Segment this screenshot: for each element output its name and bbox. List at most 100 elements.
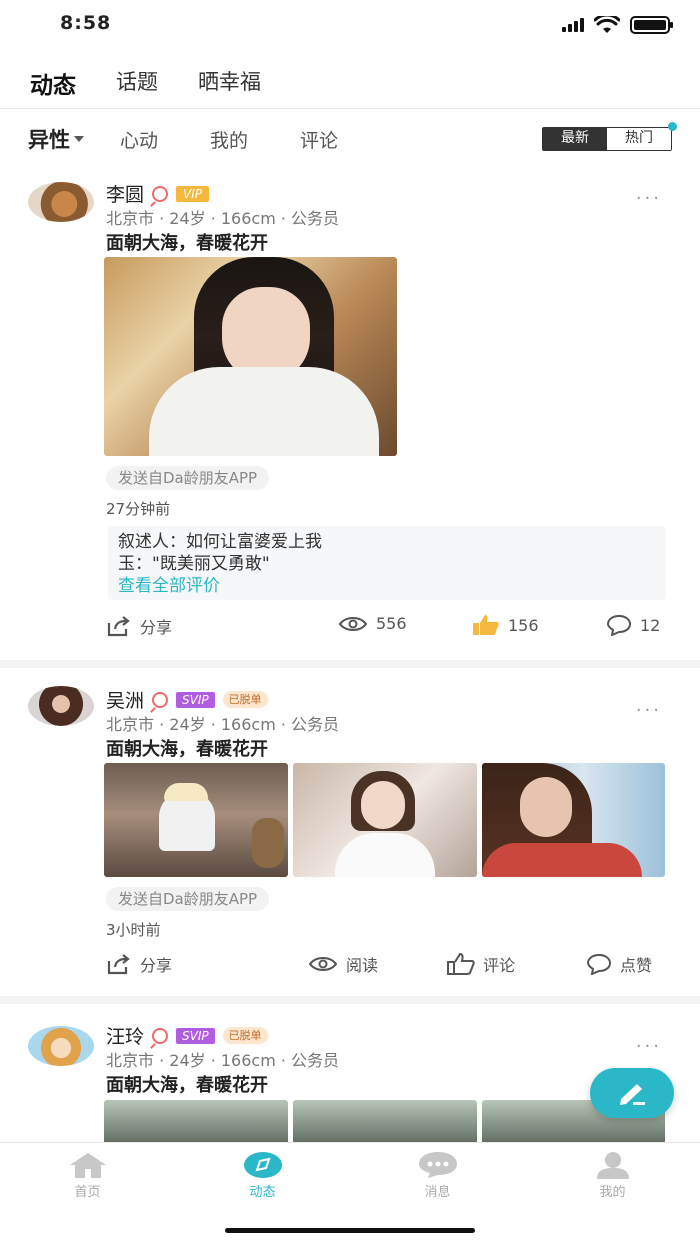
like-button[interactable]: 点赞 [586,952,652,976]
action-bar: 分享 阅读 评论 点赞 [0,952,700,982]
more-icon[interactable]: ··· [636,1036,662,1057]
bottom-nav: 首页 动态 消息 我的 [0,1142,700,1202]
sub-tabs: 异性 心动 我的 评论 最新 热门 [0,110,700,168]
comment-button[interactable]: 12 [606,614,660,636]
post-photo[interactable] [482,763,665,877]
post-photo[interactable] [293,763,477,877]
eye-icon [308,957,338,971]
comments-preview: 叙述人：如何让富婆爱上我 玉："既美丽又勇敢" 查看全部评价 [108,526,666,600]
source-chip: 发送自Da龄朋友APP [106,887,270,911]
signal-icon [562,18,584,32]
nav-label: 首页 [74,1185,101,1200]
relationship-tag: 已脱单 [222,691,268,708]
filter-dropdown[interactable]: 异性 [28,124,84,154]
thumbs-up-icon [447,953,475,975]
likes-value: 156 [508,615,539,635]
svip-badge: SVIP [176,691,215,708]
share-label: 分享 [140,956,173,975]
battery-icon [630,16,673,34]
section-divider [0,660,700,668]
user-line: 吴洲 SVIP 已脱单 [106,686,268,713]
tab-dongtai[interactable]: 动态 [30,58,76,108]
post-photo[interactable] [293,1100,477,1142]
sort-toggle: 最新 热门 [542,122,677,151]
user-name[interactable]: 李圆 [106,180,144,207]
post-photo[interactable] [104,763,288,877]
like-button[interactable]: 156 [472,614,539,636]
tab-pinglun[interactable]: 评论 [300,126,338,153]
user-line: 汪玲 SVIP 已脱单 [106,1022,268,1049]
nav-profile[interactable]: 我的 [525,1143,700,1202]
home-icon [69,1153,106,1178]
like-label: 点赞 [620,956,653,975]
avatar[interactable] [28,686,94,726]
chevron-down-icon [74,136,84,142]
post-card: 吴洲 SVIP 已脱单 ··· 北京市 · 24岁 · 166cm · 公务员 … [0,676,700,996]
tab-huati[interactable]: 话题 [116,58,158,108]
search-heart-icon [152,1027,169,1044]
wifi-icon [594,16,620,33]
more-icon[interactable]: ··· [636,700,662,721]
sort-hot-button[interactable]: 热门 [607,128,671,150]
share-button[interactable]: 分享 [106,614,172,638]
comment-button[interactable]: 评论 [447,952,515,976]
post-time: 27分钟前 [106,500,171,518]
post-photo[interactable] [104,1100,288,1142]
views-value: 556 [376,614,407,633]
read-label: 阅读 [346,956,379,975]
nav-label: 动态 [249,1185,276,1200]
nav-messages[interactable]: 消息 [350,1143,525,1202]
nav-label: 我的 [599,1185,626,1200]
tab-wode[interactable]: 我的 [210,126,248,153]
tab-xindong[interactable]: 心动 [120,126,158,153]
share-icon [107,616,130,637]
nav-home[interactable]: 首页 [0,1143,175,1202]
post-card: 李圆 VIP ··· 北京市 · 24岁 · 166cm · 公务员 面朝大海，… [0,170,700,660]
sort-newest-button[interactable]: 最新 [543,128,607,150]
nav-dongtai[interactable]: 动态 [175,1143,350,1202]
user-meta: 北京市 · 24岁 · 166cm · 公务员 [106,209,340,228]
status-time: 8:58 [60,12,112,34]
search-heart-icon [152,185,169,202]
comment-icon [586,953,612,975]
home-indicator[interactable] [225,1228,475,1233]
status-icons [562,16,673,34]
nav-label: 消息 [424,1185,451,1200]
user-icon [596,1152,629,1179]
post-photo[interactable] [104,257,397,456]
pencil-icon [620,1084,645,1105]
replies-value: 12 [640,615,661,635]
see-all-comments-link[interactable]: 查看全部评价 [118,575,656,597]
relationship-tag: 已脱单 [222,1027,268,1044]
vip-badge: VIP [176,185,209,202]
avatar[interactable] [28,182,94,222]
top-tabs: 动态 话题 晒幸福 [0,58,700,108]
comment-item: 玉："既美丽又勇敢" [118,554,270,574]
more-icon[interactable]: ··· [636,188,662,209]
share-button[interactable]: 分享 [106,952,172,976]
post-text: 面朝大海，春暖花开 [106,233,268,254]
user-name[interactable]: 汪玲 [106,1022,144,1049]
source-chip: 发送自Da龄朋友APP [106,466,270,490]
divider [0,108,700,109]
post-text: 面朝大海，春暖花开 [106,1075,268,1096]
post-time: 3小时前 [106,921,161,939]
action-bar: 分享 556 156 12 [0,614,700,644]
comment-icon [606,614,632,636]
eye-icon [338,616,368,631]
user-meta: 北京市 · 24岁 · 166cm · 公务员 [106,1051,340,1070]
filter-label: 异性 [28,128,70,152]
read-button[interactable]: 阅读 [308,952,378,976]
search-heart-icon [152,691,169,708]
user-name[interactable]: 吴洲 [106,686,144,713]
section-divider [0,996,700,1004]
user-line: 李圆 VIP [106,180,209,207]
compass-icon [243,1152,282,1178]
user-meta: 北京市 · 24岁 · 166cm · 公务员 [106,715,340,734]
tab-shaixingfu[interactable]: 晒幸福 [198,58,261,108]
avatar[interactable] [28,1026,94,1066]
svip-badge: SVIP [176,1027,215,1044]
compose-button[interactable] [590,1068,674,1118]
post-text: 面朝大海，春暖花开 [106,739,268,760]
views-count: 556 [338,614,407,633]
